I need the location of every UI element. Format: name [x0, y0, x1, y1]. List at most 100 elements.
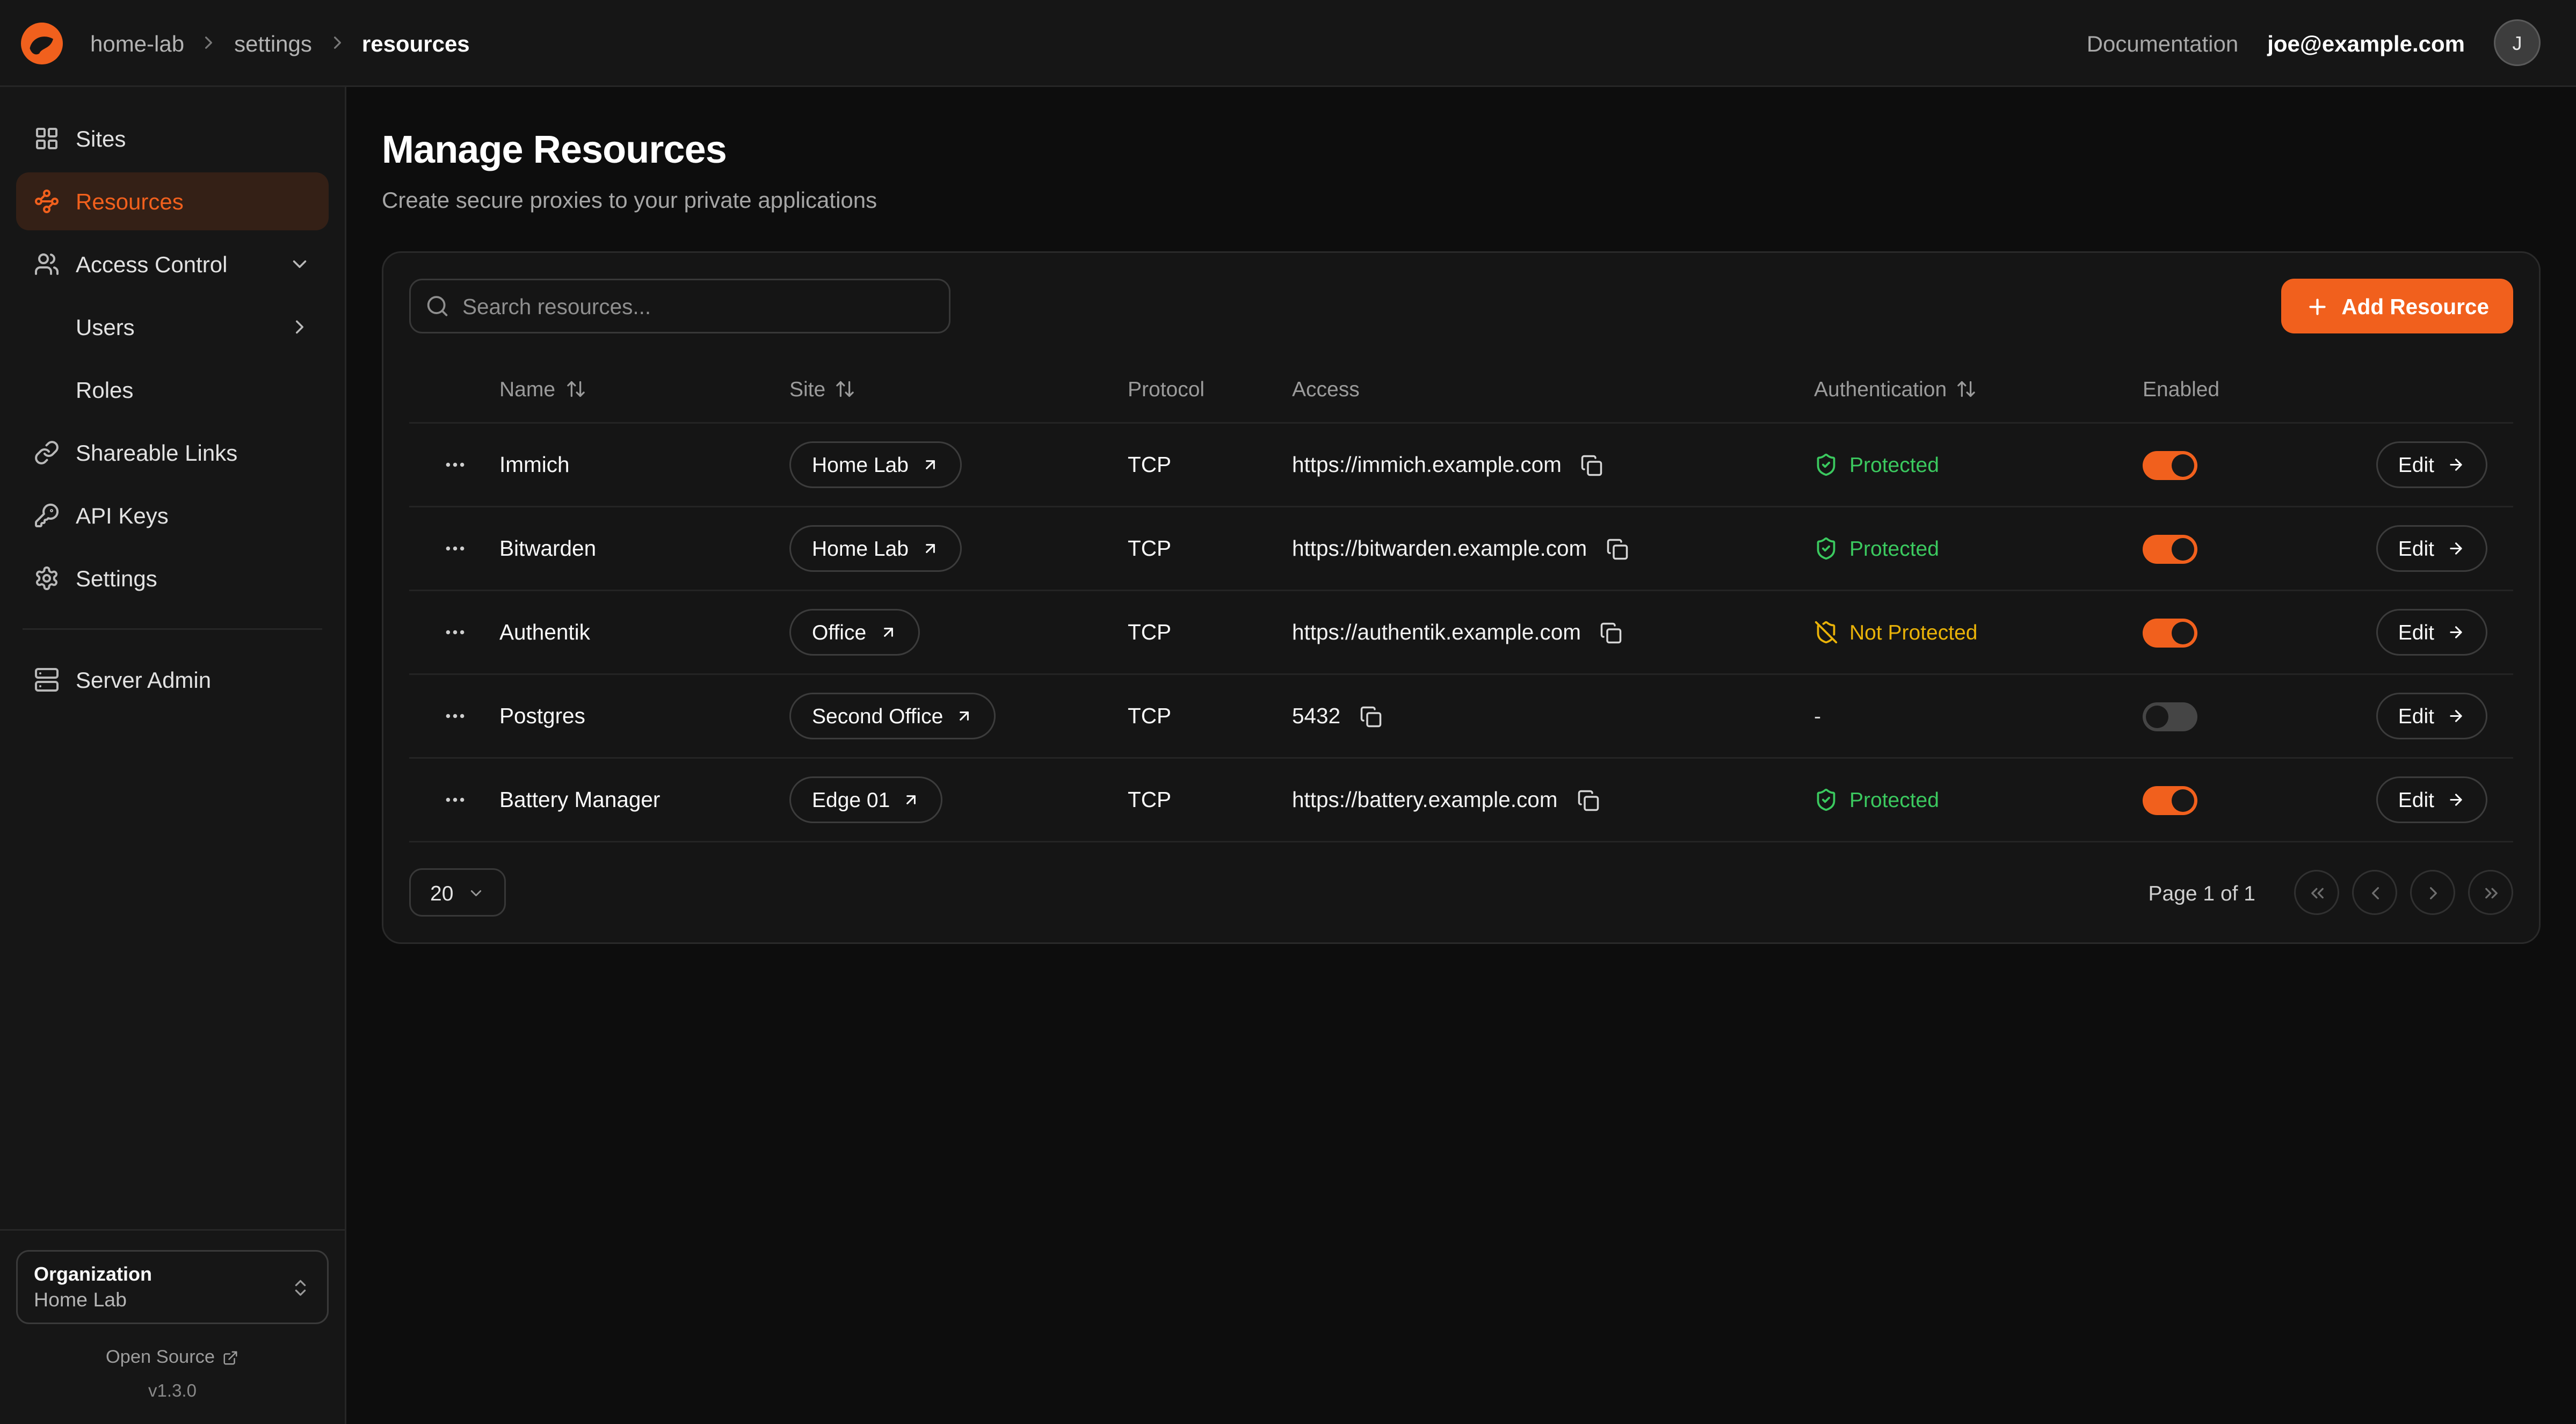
arrow-right-icon [2447, 707, 2465, 725]
edit-button[interactable]: Edit [2376, 776, 2487, 823]
arrow-up-right-icon [921, 456, 939, 474]
row-menu-button[interactable] [436, 698, 473, 735]
edit-button[interactable]: Edit [2376, 525, 2487, 572]
site-link[interactable]: Office [789, 609, 919, 656]
table-row: Immich Home Lab TCP https://immich.examp… [409, 424, 2513, 507]
row-menu-button[interactable] [436, 530, 473, 567]
copy-button[interactable] [1356, 702, 1385, 731]
open-source-link[interactable]: Open Source [16, 1348, 329, 1368]
avatar-initial: J [2513, 32, 2522, 54]
sidebar-item-api-keys[interactable]: API Keys [16, 486, 329, 544]
copy-button[interactable] [1573, 786, 1602, 815]
first-page-button[interactable] [2294, 870, 2339, 915]
column-header-label: Access [1292, 377, 1360, 401]
site-link[interactable]: Home Lab [789, 441, 962, 488]
column-header-site[interactable]: Site [789, 377, 1128, 401]
column-header-label: Protocol [1128, 377, 1204, 401]
enabled-toggle[interactable] [2143, 618, 2197, 647]
edit-button[interactable]: Edit [2376, 441, 2487, 488]
copy-icon [1606, 537, 1629, 560]
last-page-button[interactable] [2468, 870, 2513, 915]
sidebar-item-label: Access Control [76, 251, 227, 277]
sidebar-item-sites[interactable]: Sites [16, 110, 329, 168]
copy-button[interactable] [1603, 534, 1632, 563]
table-row: Bitwarden Home Lab TCP https://bitwarden… [409, 507, 2513, 591]
row-menu-button[interactable] [436, 614, 473, 651]
grid-icon [34, 126, 60, 151]
documentation-link[interactable]: Documentation [2087, 30, 2239, 56]
shield-check-icon [1814, 788, 1838, 812]
sidebar-item-label: Settings [76, 565, 157, 591]
access-url: https://battery.example.com [1292, 788, 1557, 812]
sidebar-item-server-admin[interactable]: Server Admin [16, 651, 329, 709]
column-header-label: Site [789, 377, 825, 401]
avatar[interactable]: J [2494, 19, 2541, 66]
protocol-value: TCP [1128, 704, 1292, 728]
app-logo-icon[interactable] [19, 20, 64, 66]
shield-check-icon [1814, 453, 1838, 477]
sidebar-item-settings[interactable]: Settings [16, 549, 329, 607]
copy-button[interactable] [1597, 618, 1626, 647]
resource-name: Postgres [499, 704, 789, 728]
access-url: https://immich.example.com [1292, 453, 1562, 477]
site-link[interactable]: Second Office [789, 693, 996, 739]
breadcrumb-org[interactable]: home-lab [90, 30, 184, 56]
page-size-select[interactable]: 20 [409, 868, 506, 917]
next-page-button[interactable] [2410, 870, 2455, 915]
sidebar-item-label: Resources [76, 188, 184, 214]
sidebar-item-roles[interactable]: Roles [16, 361, 329, 419]
prev-page-button[interactable] [2352, 870, 2397, 915]
search-box [409, 279, 950, 333]
breadcrumb-settings[interactable]: settings [234, 30, 312, 56]
sort-icon [835, 379, 856, 399]
chevron-down-icon [288, 253, 311, 275]
site-link-label: Home Lab [812, 453, 909, 477]
auth-status: - [1814, 704, 2143, 728]
breadcrumb-current-page: resources [362, 30, 470, 56]
resources-card: Add Resource Name Site [382, 251, 2541, 944]
copy-button[interactable] [1578, 451, 1607, 479]
copy-icon [1577, 789, 1599, 811]
arrow-up-right-icon [921, 540, 939, 557]
column-header-authentication[interactable]: Authentication [1814, 377, 2143, 401]
column-header-access: Access [1292, 377, 1814, 401]
row-menu-button[interactable] [436, 446, 473, 483]
organization-selector[interactable]: Organization Home Lab [16, 1250, 329, 1324]
sidebar-item-shareable-links[interactable]: Shareable Links [16, 424, 329, 482]
auth-status-label: Not Protected [1849, 620, 1978, 644]
table-header-row: Name Site Protocol Access [409, 356, 2513, 424]
sidebar-item-resources[interactable]: Resources [16, 172, 329, 230]
resources-toolbar: Add Resource [409, 279, 2513, 333]
protocol-value: TCP [1128, 453, 1292, 477]
add-resource-button[interactable]: Add Resource [2282, 279, 2513, 333]
organization-value: Home Lab [34, 1289, 152, 1311]
sidebar: Sites Resources Access Control Users Rol… [0, 87, 346, 1424]
app-window: home-lab settings resources Documentatio… [0, 0, 2576, 1424]
arrow-up-right-icon [879, 623, 897, 641]
enabled-toggle[interactable] [2143, 702, 2197, 731]
arrow-right-icon [2447, 540, 2465, 557]
enabled-toggle[interactable] [2143, 534, 2197, 563]
search-icon [425, 294, 449, 318]
auth-status: Protected [1814, 536, 2143, 561]
organization-label: Organization [34, 1263, 152, 1285]
edit-button-label: Edit [2398, 704, 2434, 728]
sidebar-item-label: API Keys [76, 503, 169, 528]
sidebar-item-access-control[interactable]: Access Control [16, 235, 329, 293]
resource-name: Bitwarden [499, 536, 789, 561]
sidebar-divider [23, 628, 322, 630]
site-link[interactable]: Home Lab [789, 525, 962, 572]
enabled-toggle[interactable] [2143, 786, 2197, 815]
column-header-name[interactable]: Name [499, 377, 789, 401]
auth-status: Not Protected [1814, 620, 2143, 644]
site-link[interactable]: Edge 01 [789, 776, 943, 823]
search-input[interactable] [409, 279, 950, 333]
edit-button[interactable]: Edit [2376, 693, 2487, 739]
row-menu-button[interactable] [436, 781, 473, 818]
users-icon [34, 251, 60, 277]
enabled-toggle[interactable] [2143, 451, 2197, 479]
sidebar-item-users[interactable]: Users [16, 298, 329, 356]
sidebar-item-label: Roles [76, 377, 133, 403]
edit-button[interactable]: Edit [2376, 609, 2487, 656]
user-email[interactable]: joe@example.com [2267, 30, 2465, 56]
